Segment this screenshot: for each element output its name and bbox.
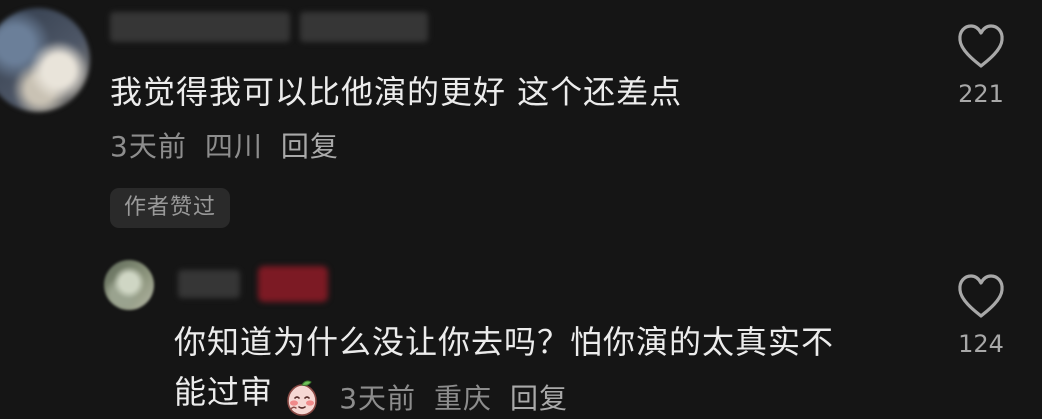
reply-avatar[interactable] xyxy=(104,260,154,310)
reply-meta: 3天前 重庆 回复 xyxy=(339,382,586,415)
reply-location: 重庆 xyxy=(434,381,493,415)
comment-location: 四川 xyxy=(204,130,263,163)
shy-peach-emoji-icon xyxy=(287,380,317,416)
reply-text-line1[interactable]: 你知道为什么没让你去吗？怕你演的太真实不 xyxy=(174,322,834,362)
reply-user-tag xyxy=(258,266,328,302)
heart-icon xyxy=(958,274,1004,318)
like-button[interactable] xyxy=(955,22,1007,70)
username[interactable] xyxy=(110,12,290,42)
avatar[interactable] xyxy=(0,8,90,112)
reply-button[interactable]: 回复 xyxy=(281,130,339,163)
reply-text-line2-row: 能过审 3天前 重庆 回复 xyxy=(174,372,586,419)
reply-time: 3天前 xyxy=(339,381,417,415)
reply-username[interactable] xyxy=(178,270,240,298)
like-count: 221 xyxy=(958,80,1004,108)
author-liked-badge: 作者赞过 xyxy=(110,188,231,228)
reply-text-line2[interactable]: 能过审 xyxy=(174,373,273,411)
heart-icon xyxy=(958,24,1004,68)
reply-reply-button[interactable]: 回复 xyxy=(510,382,568,415)
comment-meta: 3天前 四川 回复 xyxy=(110,130,357,164)
reply-like-button[interactable] xyxy=(955,272,1007,320)
comment-time: 3天前 xyxy=(110,130,187,163)
reply-like-count: 124 xyxy=(958,330,1004,358)
comment-text[interactable]: 我觉得我可以比他演的更好 这个还差点 xyxy=(110,72,682,112)
username-extra xyxy=(300,12,428,42)
